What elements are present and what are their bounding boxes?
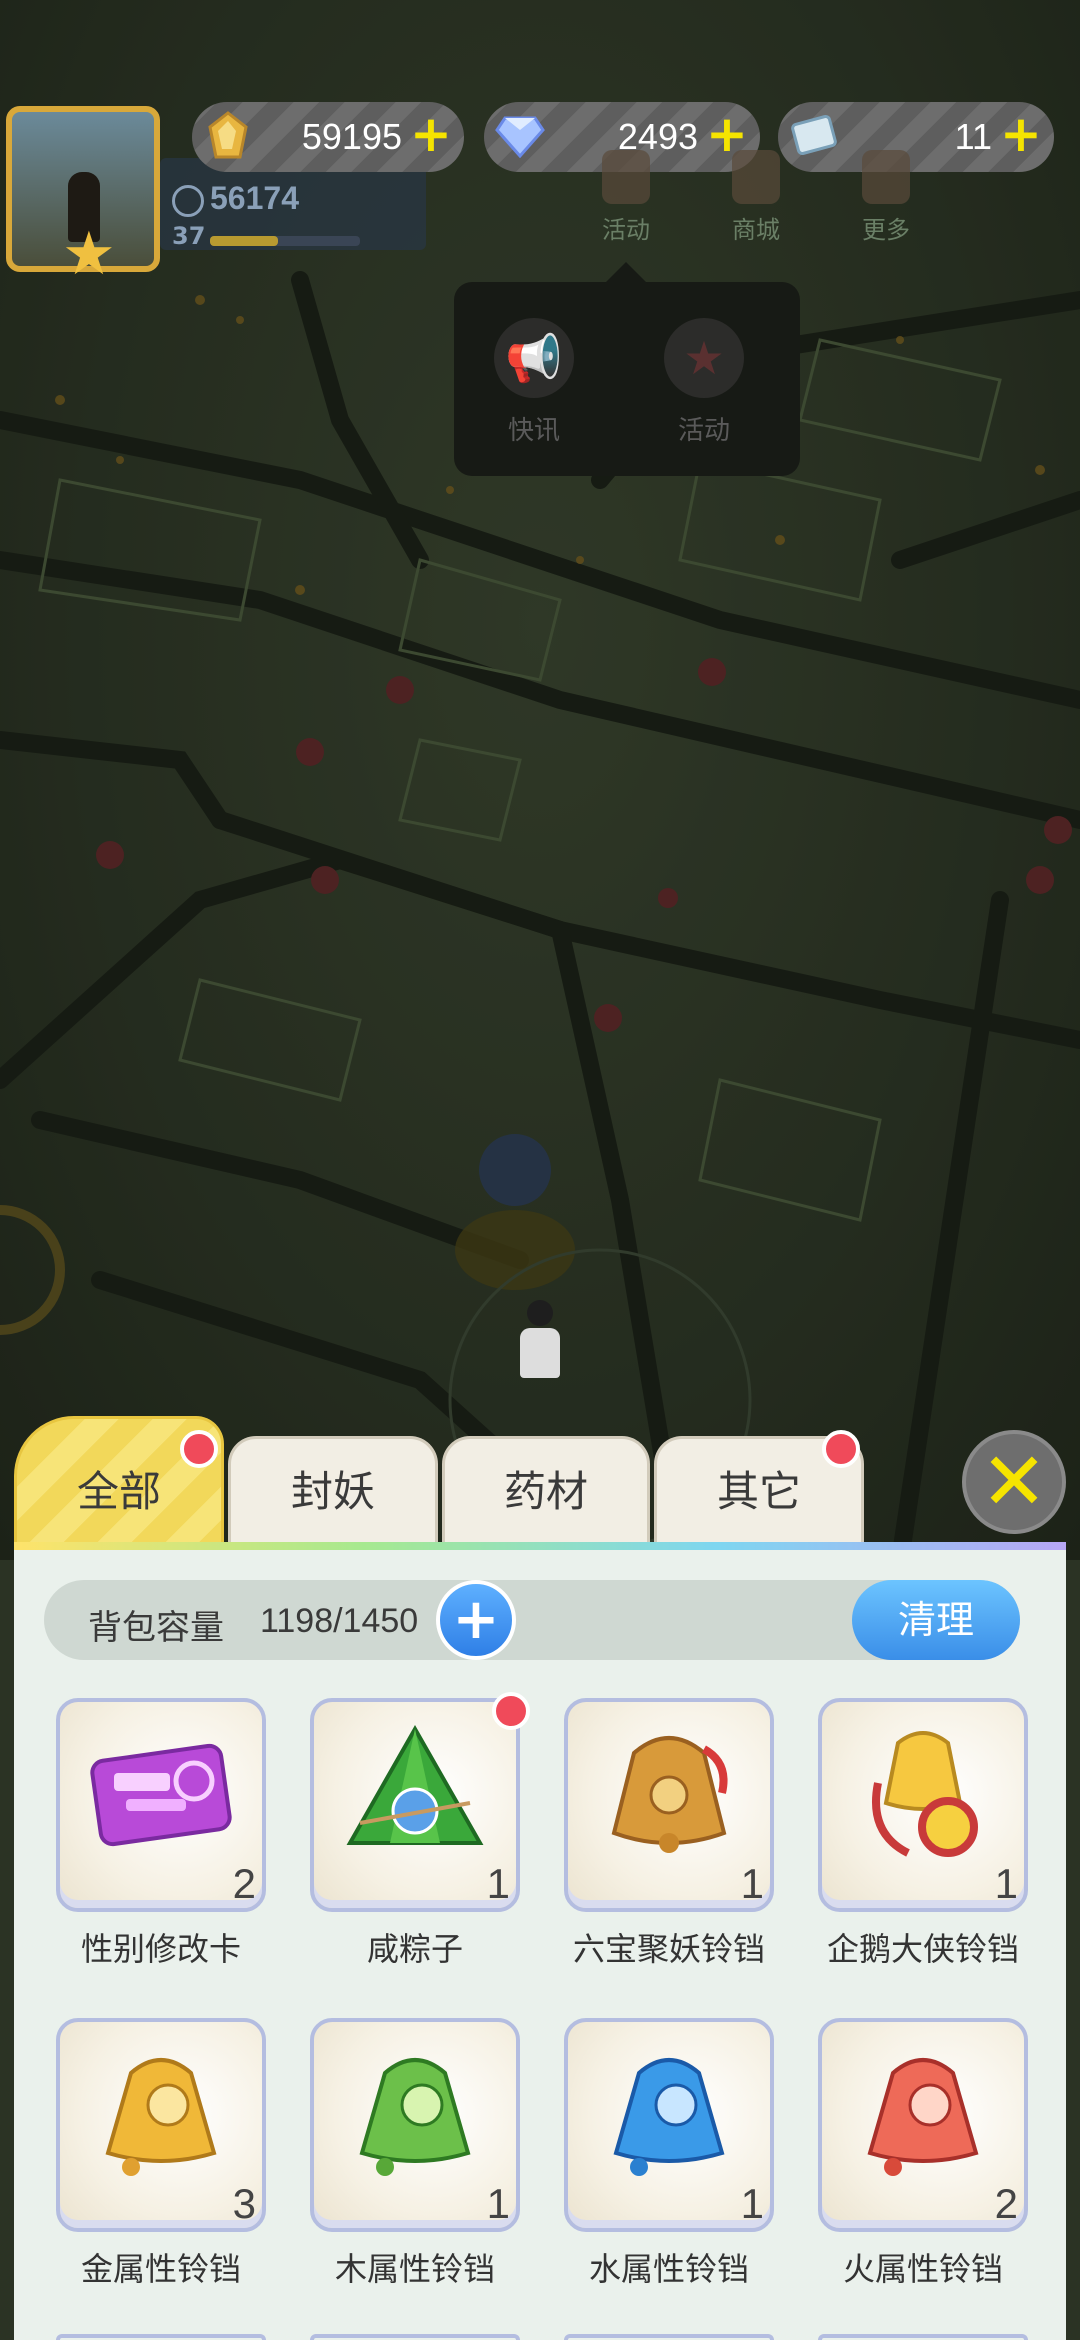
xp-bar [210,236,360,246]
item-six-treasure-bell[interactable]: 1 六宝聚妖铃铛 [564,1698,774,1968]
add-ticket-button[interactable]: + [998,109,1044,159]
item-name: 企鹅大侠铃铛 [826,1930,1019,1968]
balloon-star-icon: ★ [664,318,744,398]
item-penguin-hero-bell[interactable]: 1 企鹅大侠铃铛 [818,1698,1028,1968]
megaphone-icon: 📢 [494,318,574,398]
item-name: 咸粽子 [366,1930,463,1968]
tab-herbs-label: 药材 [503,1467,588,1516]
item-count: 2 [232,1860,256,1907]
tab-herbs[interactable]: 药材 [442,1436,650,1542]
ticket-icon [784,106,844,166]
diamond-icon [490,106,550,166]
ticket-currency: 11 + [778,102,1054,172]
item-name: 水属性铃铛 [588,2250,749,2288]
tab-others-label: 其它 [716,1467,801,1516]
gift-icon [602,150,650,204]
shop-label: 商城 [732,216,780,244]
item-gender-card[interactable]: 2 性别修改卡 [56,1698,266,1968]
item-count: 1 [994,1860,1018,1907]
zongzi-icon [340,1718,490,1868]
item-count: 1 [486,2180,510,2227]
item-name: 木属性铃铛 [334,2250,495,2288]
item-card-partial [310,2334,520,2340]
item-fire-bell[interactable]: 2 火属性铃铛 [818,2018,1028,2288]
item-metal-bell[interactable]: 3 金属性铃铛 [56,2018,266,2288]
more-label: 更多 [862,216,910,244]
wood-bell-icon [340,2038,490,2188]
item-count: 2 [994,2180,1018,2227]
tab-others-badge [822,1430,860,1468]
power-value: 56174 [210,180,299,216]
item-wood-bell[interactable]: 1 木属性铃铛 [310,2018,520,2288]
item-count: 1 [740,1860,764,1907]
news-label: 快讯 [507,416,560,446]
item-count: 3 [232,2180,256,2227]
close-icon: ✕ [980,1435,1048,1528]
more-popup: 📢 快讯 ★ 活动 [454,262,800,476]
tab-all-label: 全部 [76,1467,161,1516]
capacity-value: 1198/1450 [260,1602,419,1640]
events-label: 活动 [602,216,650,244]
item-new-badge [492,1692,530,1730]
add-gold-button[interactable]: + [408,109,454,159]
popup-events-label: 活动 [677,416,730,446]
tab-all-badge [180,1430,218,1468]
news-button[interactable]: 📢 快讯 [474,318,594,447]
bolt-icon [172,184,204,217]
item-card-partial [564,2334,774,2340]
clean-button[interactable]: 清理 [852,1580,1020,1660]
item-card-partial [56,2334,266,2340]
popup-events-button[interactable]: ★ 活动 [644,318,764,447]
item-name: 六宝聚妖铃铛 [572,1930,765,1968]
expand-capacity-button[interactable]: + [436,1580,516,1660]
more-icon [862,150,910,204]
item-count: 1 [486,1860,510,1907]
player-level: 37 [172,222,206,250]
fire-bell-icon [848,2038,998,2188]
profile-avatar[interactable]: ★ [6,106,160,284]
tab-seal-demon-label: 封妖 [290,1467,375,1516]
star-icon: ★ [62,219,116,289]
item-count: 1 [740,2180,764,2227]
penguin-bell-icon [848,1718,998,1868]
item-card-partial [818,2334,1028,2340]
water-bell-icon [594,2038,744,2188]
item-salty-zongzi[interactable]: 1 咸粽子 [310,1692,530,1968]
item-name: 金属性铃铛 [80,2250,241,2288]
metal-bell-icon [86,2038,236,2188]
golden-bell-icon [594,1718,744,1868]
capacity-label: 背包容量 [88,1608,224,1648]
ticket-value: 11 [954,116,992,157]
gold-currency: 59195 + [192,102,464,172]
shop-icon [732,150,780,204]
gold-value: 59195 [301,116,402,157]
item-name: 性别修改卡 [80,1930,241,1968]
item-name: 火属性铃铛 [842,2250,1003,2288]
tab-seal-demon[interactable]: 封妖 [228,1436,438,1542]
close-button[interactable]: ✕ [962,1430,1066,1534]
power-display: 56174 [172,180,299,217]
gender-card-icon [86,1718,236,1868]
item-water-bell[interactable]: 1 水属性铃铛 [564,2018,774,2288]
player-avatar [515,1300,565,1400]
gold-crystal-icon [198,106,258,166]
